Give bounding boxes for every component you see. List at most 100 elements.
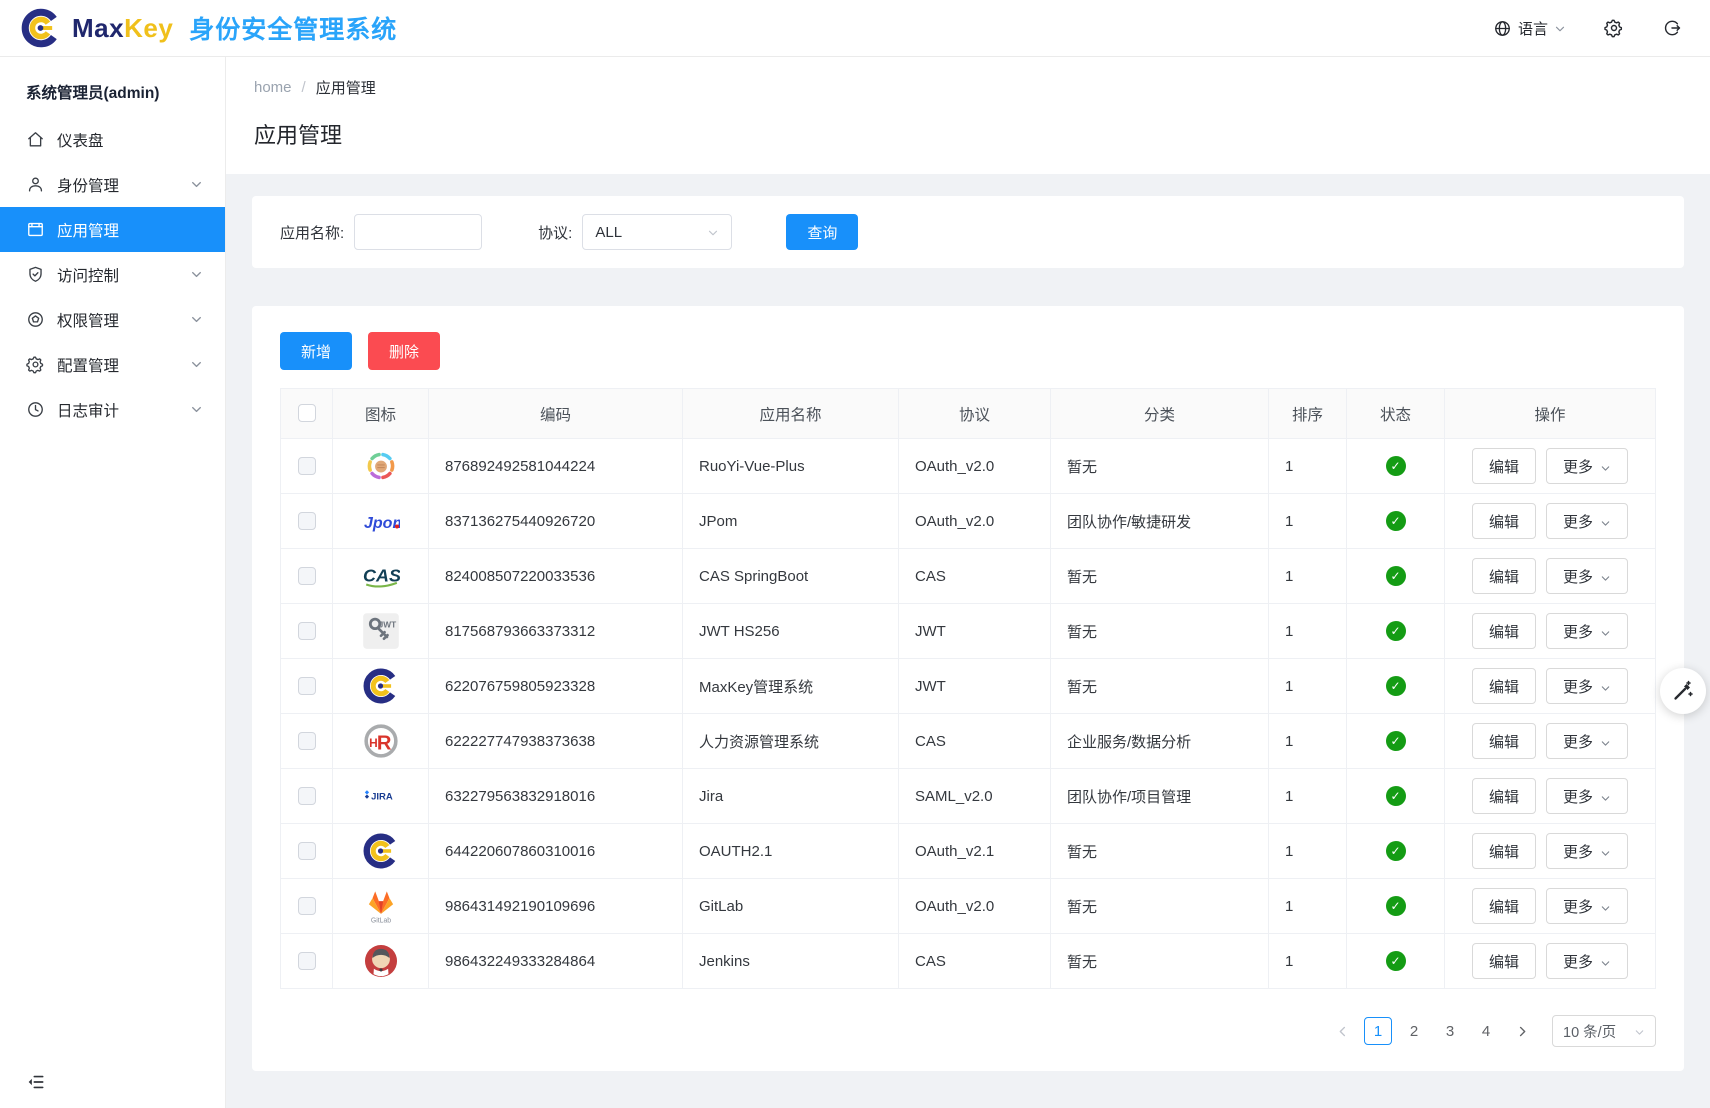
page-size-select[interactable]: 10 条/页 — [1552, 1015, 1656, 1047]
status-active-icon: ✓ — [1386, 951, 1406, 971]
chevron-down-icon — [1554, 22, 1566, 34]
maxkey-logo — [361, 831, 401, 871]
more-button[interactable]: 更多 — [1546, 943, 1628, 979]
more-button[interactable]: 更多 — [1546, 888, 1628, 924]
sidebar-item-access[interactable]: 访问控制 — [0, 252, 225, 297]
cell-protocol: SAML_v2.0 — [899, 769, 1051, 824]
status-active-icon: ✓ — [1386, 566, 1406, 586]
cell-protocol: CAS — [899, 934, 1051, 989]
col-actions: 操作 — [1445, 389, 1656, 439]
row-checkbox[interactable] — [298, 787, 316, 805]
cell-category: 暂无 — [1051, 604, 1269, 659]
cell-sort: 1 — [1269, 659, 1347, 714]
collapse-sidebar-icon[interactable] — [26, 1072, 46, 1092]
chevron-down-icon — [1600, 846, 1611, 857]
more-button[interactable]: 更多 — [1546, 503, 1628, 539]
edit-button[interactable]: 编辑 — [1472, 558, 1536, 594]
app-name-input[interactable] — [354, 214, 482, 250]
cell-category: 暂无 — [1051, 549, 1269, 604]
row-checkbox[interactable] — [298, 567, 316, 585]
cell-code: 632279563832918016 — [429, 769, 683, 824]
more-button[interactable]: 更多 — [1546, 558, 1628, 594]
chevron-down-icon — [1600, 681, 1611, 692]
edit-button[interactable]: 编辑 — [1472, 778, 1536, 814]
edit-button[interactable]: 编辑 — [1472, 723, 1536, 759]
row-checkbox[interactable] — [298, 952, 316, 970]
edit-button[interactable]: 编辑 — [1472, 833, 1536, 869]
edit-button[interactable]: 编辑 — [1472, 613, 1536, 649]
page-button-2[interactable]: 2 — [1400, 1017, 1428, 1045]
row-checkbox[interactable] — [298, 897, 316, 915]
sidebar-item-identity[interactable]: 身份管理 — [0, 162, 225, 207]
cell-name: CAS SpringBoot — [683, 549, 899, 604]
edit-button[interactable]: 编辑 — [1472, 888, 1536, 924]
page-button-1[interactable]: 1 — [1364, 1017, 1392, 1045]
row-checkbox[interactable] — [298, 677, 316, 695]
more-button[interactable]: 更多 — [1546, 723, 1628, 759]
sidebar-item-dashboard[interactable]: 仪表盘 — [0, 117, 225, 162]
chevron-down-icon — [1600, 571, 1611, 582]
col-name: 应用名称 — [683, 389, 899, 439]
prev-page-button[interactable] — [1328, 1017, 1356, 1045]
logout-icon[interactable] — [1662, 18, 1682, 38]
edit-button[interactable]: 编辑 — [1472, 448, 1536, 484]
sidebar-item-permission[interactable]: 权限管理 — [0, 297, 225, 342]
select-all-checkbox[interactable] — [298, 404, 316, 422]
cell-code: 986431492190109696 — [429, 879, 683, 934]
sidebar-item-label: 日志审计 — [57, 399, 190, 421]
table-row: 986432249333284864JenkinsCAS暂无1✓编辑更多 — [281, 934, 1656, 989]
top-header: MaxKey 身份安全管理系统 语言 — [0, 0, 1710, 57]
floating-tool-button[interactable] — [1660, 668, 1706, 714]
gitlab-logo: GitLab — [361, 886, 401, 926]
more-button[interactable]: 更多 — [1546, 448, 1628, 484]
edit-button[interactable]: 编辑 — [1472, 943, 1536, 979]
search-button[interactable]: 查询 — [786, 214, 858, 250]
col-sort: 排序 — [1269, 389, 1347, 439]
add-button[interactable]: 新增 — [280, 332, 352, 370]
cell-name: Jenkins — [683, 934, 899, 989]
row-checkbox[interactable] — [298, 457, 316, 475]
sidebar-item-label: 权限管理 — [57, 309, 190, 331]
sidebar-item-label: 访问控制 — [57, 264, 190, 286]
settings-gear-icon[interactable] — [1604, 18, 1624, 38]
brand-subtitle: 身份安全管理系统 — [189, 10, 397, 46]
page-button-3[interactable]: 3 — [1436, 1017, 1464, 1045]
row-checkbox[interactable] — [298, 512, 316, 530]
row-checkbox[interactable] — [298, 732, 316, 750]
status-active-icon: ✓ — [1386, 841, 1406, 861]
app-window-icon — [26, 220, 45, 239]
cell-sort: 1 — [1269, 549, 1347, 604]
apps-table: 图标 编码 应用名称 协议 分类 排序 状态 操作 87689249258104… — [280, 388, 1656, 989]
edit-button[interactable]: 编辑 — [1472, 668, 1536, 704]
chevron-down-icon — [190, 268, 203, 281]
more-button[interactable]: 更多 — [1546, 668, 1628, 704]
language-switcher[interactable]: 语言 — [1493, 18, 1566, 39]
page-button-4[interactable]: 4 — [1472, 1017, 1500, 1045]
next-page-button[interactable] — [1508, 1017, 1536, 1045]
status-active-icon: ✓ — [1386, 621, 1406, 641]
cell-name: 人力资源管理系统 — [683, 714, 899, 769]
delete-button[interactable]: 删除 — [368, 332, 440, 370]
breadcrumb-home[interactable]: home — [254, 79, 292, 96]
protocol-select[interactable]: ALL — [582, 214, 732, 250]
more-button[interactable]: 更多 — [1546, 613, 1628, 649]
sidebar-item-audit[interactable]: 日志审计 — [0, 387, 225, 432]
status-active-icon: ✓ — [1386, 456, 1406, 476]
magic-pen-icon — [1671, 679, 1695, 703]
row-checkbox[interactable] — [298, 622, 316, 640]
cell-category: 企业服务/数据分析 — [1051, 714, 1269, 769]
chevron-down-icon — [1600, 736, 1611, 747]
chevron-down-icon — [1600, 901, 1611, 912]
more-button[interactable]: 更多 — [1546, 778, 1628, 814]
cell-category: 团队协作/项目管理 — [1051, 769, 1269, 824]
row-checkbox[interactable] — [298, 842, 316, 860]
medal-icon — [26, 310, 45, 329]
cell-category: 暂无 — [1051, 934, 1269, 989]
sidebar-item-apps[interactable]: 应用管理 — [0, 207, 225, 252]
edit-button[interactable]: 编辑 — [1472, 503, 1536, 539]
sidebar-item-label: 仪表盘 — [57, 129, 203, 151]
cell-name: JPom — [683, 494, 899, 549]
more-button[interactable]: 更多 — [1546, 833, 1628, 869]
col-code: 编码 — [429, 389, 683, 439]
sidebar-item-config[interactable]: 配置管理 — [0, 342, 225, 387]
